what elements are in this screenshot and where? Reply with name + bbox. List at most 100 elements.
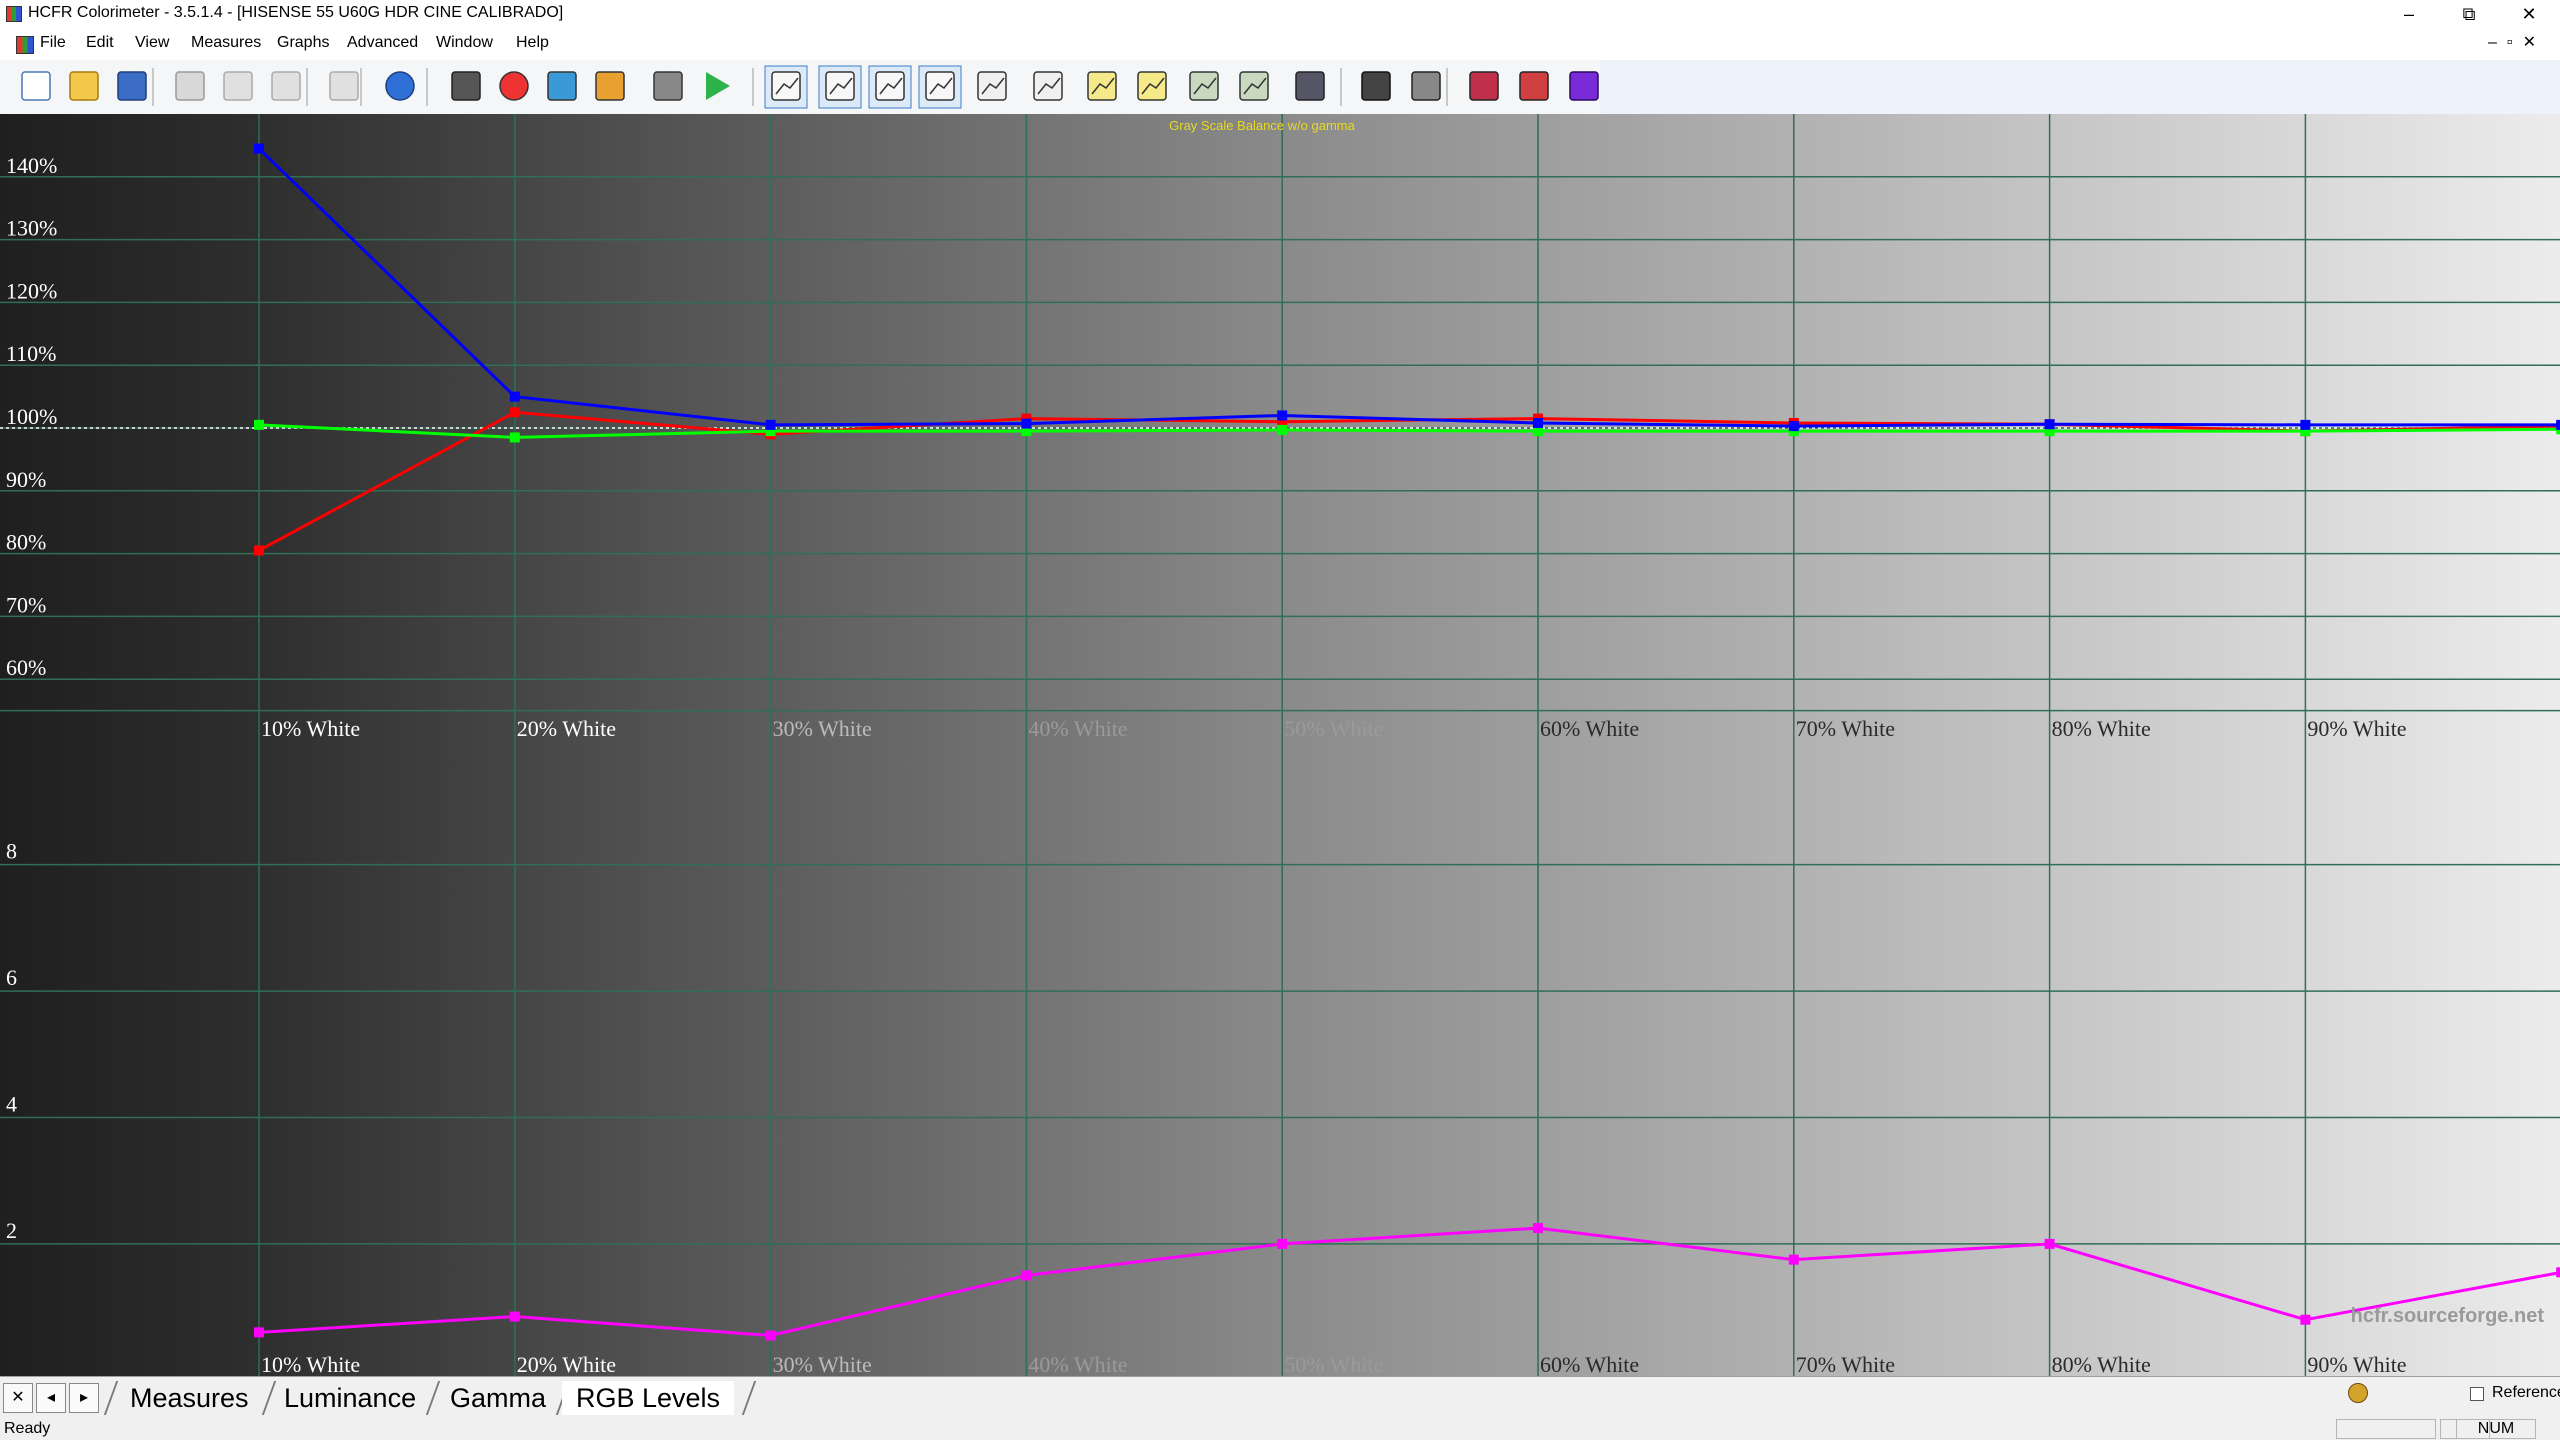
print-icon[interactable] [329,71,359,101]
minimize-button[interactable]: – [2380,0,2438,28]
series-point-1 [254,419,264,430]
restore-button[interactable]: ⧉ [2440,0,2498,28]
x-label: 80% White [2052,1352,2151,1376]
tab-measures[interactable]: Measures [116,1381,263,1415]
y-tick-label: 6 [6,965,17,990]
view-color-temp-icon[interactable] [977,71,1007,101]
new-icon[interactable] [21,71,51,101]
series-point-1 [509,432,520,443]
y-tick-label: 2 [6,1218,17,1243]
save-icon[interactable] [117,71,147,101]
pattern-gen-icon[interactable] [1361,71,1391,101]
y-tick-label: 4 [6,1091,17,1116]
close-button[interactable]: ✕ [2500,0,2558,28]
chart-title: Gray Scale Balance w/o gamma [1169,118,1355,133]
watermark: hcfr.sourceforge.net [2351,1305,2545,1327]
series-point-2 [1277,410,1288,421]
series-point-2 [509,391,520,402]
tab-rgb-levels[interactable]: RGB Levels [562,1381,735,1415]
rgb-levels-graph: 140% 130% 120% 110% 100% 90% 80% 70% 60% Gray Sca… [0,114,2560,1376]
pattern-gen2-icon[interactable] [1411,71,1441,101]
series-point-magenta [254,1327,264,1338]
view-sat-shift-icon[interactable] [1239,71,1269,101]
view-rgb-levels-icon[interactable] [918,65,962,109]
menu-edit[interactable]: Edit [86,34,114,52]
colors-icon[interactable] [595,71,625,101]
menu-bar: File Edit View Measures Graphs Advanced … [0,28,2560,60]
series-point-2 [254,143,264,154]
document-icon[interactable] [16,36,34,54]
x-label: 90% White [2307,716,2406,741]
series-point-2 [1788,421,1799,432]
menu-advanced[interactable]: Advanced [347,34,418,52]
y-tick-label: 100% [6,404,57,429]
series-point-magenta [765,1330,776,1341]
window-title: HCFR Colorimeter - 3.5.1.4 - [HISENSE 55… [28,4,564,21]
series-point-magenta [1788,1254,1799,1265]
y-tick-label: 80% [6,530,46,555]
status-bar: Ready NUM [0,1418,2560,1440]
series-point-magenta [2300,1314,2311,1325]
view-cie-icon[interactable] [1033,71,1063,101]
app-icon [6,6,22,22]
menu-graphs[interactable]: Graphs [277,34,329,52]
cut-icon[interactable] [175,71,205,101]
reference-label: Reference [2492,1384,2560,1401]
menu-view[interactable]: View [135,34,169,52]
series-point-2 [2044,419,2055,430]
x-label: 20% White [517,716,616,741]
series-point-2 [765,419,776,430]
x-label: 40% White [1028,716,1127,741]
view-measures-icon[interactable] [764,65,808,109]
prev-tab-button[interactable]: ◂ [36,1383,66,1413]
menu-window[interactable]: Window [436,34,493,52]
view-near-white-icon[interactable] [1137,71,1167,101]
tab-gamma[interactable]: Gamma [436,1381,560,1415]
x-label: 10% White [261,716,360,741]
y-tick-label: 70% [6,592,46,617]
sat-sweeps-icon[interactable] [1569,71,1599,101]
x-label: 40% White [1028,1352,1127,1376]
toolbar [0,60,2560,115]
view-saturation-icon[interactable] [1189,71,1219,101]
menu-help[interactable]: Help [516,34,549,52]
help-icon[interactable] [385,71,415,101]
view-near-black-icon[interactable] [1087,71,1117,101]
series-point-0 [254,545,264,556]
view-luminance-icon[interactable] [818,65,862,109]
gray-scale-icon[interactable] [1469,71,1499,101]
secondaries-icon[interactable] [547,71,577,101]
reference-checkbox[interactable] [2470,1387,2484,1401]
tab-luminance[interactable]: Luminance [270,1381,430,1415]
view-gamma-icon[interactable] [868,65,912,109]
paste-icon[interactable] [271,71,301,101]
series-point-magenta [2044,1238,2055,1249]
close-tab-button[interactable]: ✕ [3,1383,33,1413]
series-point-2 [2556,419,2560,430]
y-tick-label: 110% [6,341,57,366]
view-measure-comparison-icon[interactable] [1295,71,1325,101]
next-tab-button[interactable]: ▸ [69,1383,99,1413]
series-point-magenta [509,1311,520,1322]
series-point-2 [2300,419,2311,430]
x-label: 60% White [1540,716,1639,741]
tab-bar: ✕ ◂ ▸ Measures Luminance Gamma RGB Level… [0,1376,2560,1419]
y-tick-label: 60% [6,655,46,680]
x-label: 50% White [1284,1352,1383,1376]
x-label: 80% White [2052,716,2151,741]
copy-icon[interactable] [223,71,253,101]
x-label: 70% White [1796,1352,1895,1376]
series-point-magenta [1277,1238,1288,1249]
play-icon[interactable] [702,72,730,100]
title-bar: HCFR Colorimeter - 3.5.1.4 - [HISENSE 55… [0,0,2560,28]
color-checker-icon[interactable] [1519,71,1549,101]
y-tick-label: 140% [6,153,57,178]
menu-file[interactable]: File [40,34,66,52]
x-label: 60% White [1540,1352,1639,1376]
mdi-window-controls[interactable]: –▫✕ [2488,32,2546,52]
menu-measures[interactable]: Measures [191,34,261,52]
sensor-icon[interactable] [451,71,481,101]
camera-icon[interactable] [653,71,683,101]
primaries-icon[interactable] [499,71,529,101]
open-icon[interactable] [69,71,99,101]
